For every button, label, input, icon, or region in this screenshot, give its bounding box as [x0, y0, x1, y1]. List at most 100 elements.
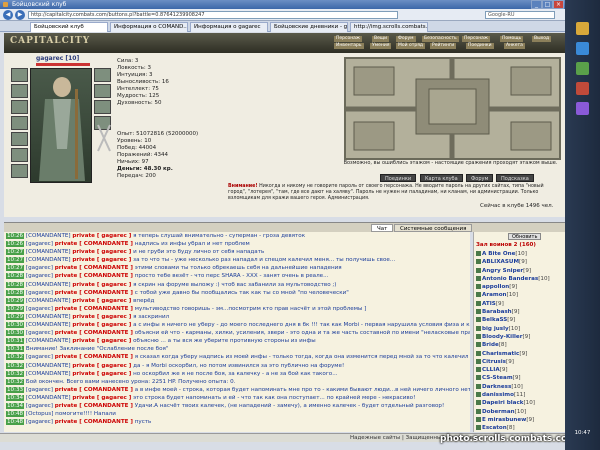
chat-sender[interactable]: Внимание! — [26, 346, 58, 352]
menu-item[interactable]: Персонаж — [462, 36, 490, 42]
user-name[interactable]: Angry Sniper — [482, 268, 523, 274]
tab-4[interactable]: Бойцовские дневники - g... — [270, 22, 348, 32]
chat-sender[interactable]: [gagarec] — [26, 306, 53, 312]
equipment-slot[interactable] — [94, 84, 111, 98]
equipment-slot[interactable] — [11, 148, 28, 162]
user-name[interactable]: Bride — [482, 342, 499, 348]
user-name[interactable]: ABLIXASUM — [482, 259, 519, 265]
chat-sender[interactable]: [COMANDANTE] — [26, 249, 71, 255]
chat-private-target[interactable]: private [ COMANDANTE ] — [55, 419, 133, 425]
minimize-button[interactable]: _ — [531, 0, 542, 9]
chat-private-target[interactable]: private [ gagarec ] — [72, 257, 131, 263]
user-name[interactable]: Escaton — [482, 425, 507, 431]
chat-private-target[interactable]: private [ COMANDANTE ] — [55, 403, 133, 409]
user-item[interactable]: Doberman[10] — [476, 408, 564, 416]
user-name[interactable]: Bloody-Killer — [482, 334, 522, 340]
menu-item[interactable]: Анкета — [504, 43, 525, 49]
forward-icon[interactable]: ▶ — [15, 10, 25, 20]
user-item[interactable]: E mirasbunew[9] — [476, 416, 564, 424]
chat-sender[interactable]: [COMANDANTE] — [26, 257, 71, 263]
chat-private-target[interactable]: private [ gagarec ] — [72, 282, 131, 288]
menu-item[interactable]: Безопасность — [422, 36, 459, 42]
chat-private-target[interactable]: private [ COMANDANTE ] — [55, 306, 133, 312]
menu-item[interactable]: Выход — [532, 36, 552, 42]
maximize-button[interactable]: □ — [542, 0, 553, 9]
club-map-button[interactable]: Карта клуба — [420, 174, 463, 182]
user-name[interactable]: appollon — [482, 284, 509, 290]
tab-1[interactable]: Бойцовский клуб — [30, 22, 108, 32]
browser-icon[interactable] — [576, 42, 589, 55]
user-item[interactable]: appollon[9] — [476, 283, 564, 291]
user-name[interactable]: Aramon — [482, 292, 507, 298]
menu-item[interactable]: Помощь — [500, 36, 524, 42]
chat-sender[interactable]: [COMANDANTE] — [26, 298, 71, 304]
user-item[interactable]: Antonio Banderas[10] — [476, 275, 564, 283]
equipment-slot[interactable] — [11, 84, 28, 98]
chat-sender[interactable]: [gagarec] — [26, 273, 53, 279]
user-item[interactable]: Charismatic[9] — [476, 350, 564, 358]
app-icon[interactable] — [576, 62, 589, 75]
user-item[interactable]: Angry Sniper[9] — [476, 267, 564, 275]
fights-button[interactable]: Поединки — [380, 174, 417, 182]
tab-3[interactable]: Информация о gagarec — [190, 22, 268, 32]
menu-item[interactable]: Персонаж — [334, 36, 362, 42]
user-name[interactable]: Citrusis — [482, 359, 506, 365]
forum-button[interactable]: Форум — [466, 174, 494, 182]
user-item[interactable]: Darkness[10] — [476, 383, 564, 391]
chat-sender[interactable]: [COMANDANTE] — [26, 314, 71, 320]
chat-sender[interactable]: [gagarec] — [26, 387, 53, 393]
equipment-slot[interactable] — [11, 116, 28, 130]
chat-sender[interactable]: [COMANDANTE] — [26, 363, 71, 369]
chat-private-target[interactable]: private [ COMANDANTE ] — [55, 273, 133, 279]
url-input[interactable]: http://capitalcity.combats.com/buttons.p… — [28, 11, 398, 19]
user-item[interactable]: Bride[8] — [476, 341, 564, 349]
chat-sender[interactable]: [gagarec] — [26, 354, 53, 360]
chat-private-target[interactable]: private [ COMANDANTE ] — [55, 290, 133, 296]
user-item[interactable]: CS-Steam[9] — [476, 374, 564, 382]
user-item[interactable]: Dapeiri black[10] — [476, 399, 564, 407]
hint-button[interactable]: Подсказка — [496, 174, 534, 182]
chat-sender[interactable]: [gagarec] — [26, 241, 53, 247]
menu-item[interactable]: Вещи — [372, 36, 390, 42]
user-name[interactable]: big jusly — [482, 326, 509, 332]
user-name[interactable]: Charismatic — [482, 351, 519, 357]
chat-private-target[interactable]: private [ COMANDANTE ] — [55, 330, 133, 336]
chat-private-target[interactable]: private [ COMANDANTE ] — [55, 265, 133, 271]
user-item[interactable]: Aramon[10] — [476, 291, 564, 299]
user-name[interactable]: Antonio Banderas — [482, 276, 538, 282]
chat-private-target[interactable]: private [ COMANDANTE ] — [55, 387, 133, 393]
user-item[interactable]: Citrusis[9] — [476, 358, 564, 366]
menu-item[interactable]: Умения — [370, 43, 392, 49]
menu-item[interactable]: Мой отряд — [396, 43, 426, 49]
chat-sender[interactable]: [Octopus] — [26, 411, 53, 417]
user-name[interactable]: ATIS — [482, 301, 496, 307]
user-item[interactable]: Bloody-Killer[9] — [476, 333, 564, 341]
chat-private-target[interactable]: private [ gagarec ] — [72, 298, 131, 304]
refresh-button[interactable]: Обновить — [508, 233, 542, 240]
chat-private-target[interactable]: private [ gagarec ] — [72, 338, 131, 344]
menu-item[interactable]: Форум — [396, 36, 416, 42]
user-item[interactable]: Barabash[9] — [476, 308, 564, 316]
menu-item[interactable]: Поединки — [466, 43, 494, 49]
tab-system-messages[interactable]: Системные сообщения — [394, 224, 473, 232]
user-item[interactable]: Escaton[8] — [476, 424, 564, 432]
equipment-slot[interactable] — [11, 164, 28, 178]
chat-private-target[interactable]: private [ gagarec ] — [72, 371, 131, 377]
user-name[interactable]: Barabash — [482, 309, 512, 315]
app-icon[interactable] — [576, 102, 589, 115]
menu-item[interactable]: Инвентарь — [334, 43, 364, 49]
chat-sender[interactable]: [gagarec] — [26, 403, 53, 409]
chat-sender[interactable]: [COMANDANTE] — [26, 395, 71, 401]
chat-private-target[interactable]: private [ COMANDANTE ] — [55, 354, 133, 360]
search-input[interactable]: Google-RU — [485, 11, 555, 19]
chat-sender[interactable]: [COMANDANTE] — [26, 233, 71, 239]
chat-sender[interactable]: [COMANDANTE] — [26, 338, 71, 344]
chat-private-target[interactable]: private [ gagarec ] — [72, 395, 131, 401]
tab-2[interactable]: Информация о COMAND... — [110, 22, 188, 32]
equipment-slot[interactable] — [94, 100, 111, 114]
user-name[interactable]: A Bite One — [482, 251, 515, 257]
user-name[interactable]: Darkness — [482, 384, 511, 390]
chat-sender[interactable]: [gagarec] — [26, 330, 53, 336]
chat-sender[interactable]: [gagarec] — [26, 265, 53, 271]
chat-sender[interactable]: Бой окончен. — [26, 379, 65, 385]
